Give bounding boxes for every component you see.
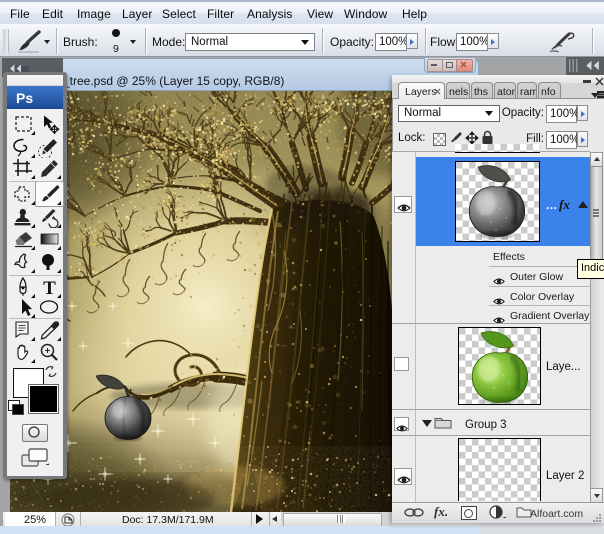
- svg-text:T: T: [43, 278, 56, 298]
